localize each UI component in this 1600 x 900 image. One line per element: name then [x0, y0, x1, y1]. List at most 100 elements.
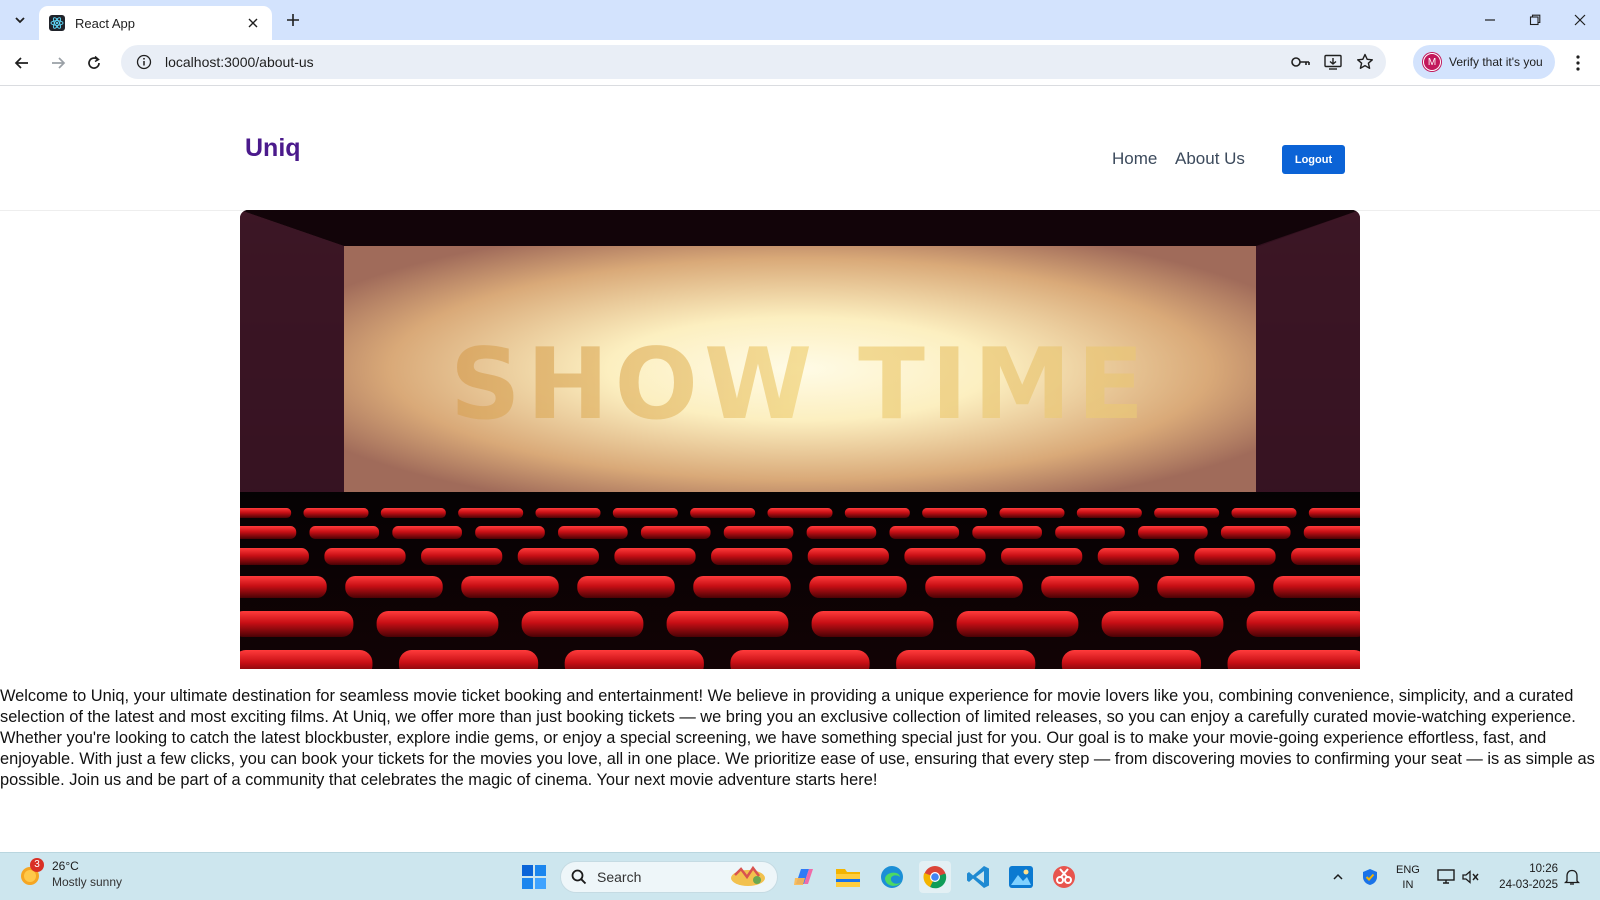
seat [956, 611, 1079, 637]
seat [806, 526, 877, 539]
start-button[interactable] [520, 863, 548, 891]
seat [896, 650, 1036, 669]
seat [904, 548, 986, 565]
seat [380, 508, 446, 518]
seat [693, 576, 791, 598]
copilot-app[interactable] [788, 861, 820, 893]
back-button[interactable] [10, 51, 34, 75]
photos-app[interactable] [1005, 861, 1037, 893]
weather-widget[interactable]: 3 26°C Mostly sunny [18, 857, 122, 890]
system-clock[interactable]: 10:26 24-03-2025 [1492, 861, 1558, 893]
seat [972, 526, 1042, 539]
browser-tab-strip: React App [0, 0, 1600, 40]
clock-date: 24-03-2025 [1499, 879, 1558, 891]
tray-overflow-button[interactable] [1328, 867, 1348, 887]
notifications-button[interactable] [1562, 867, 1582, 887]
seat [1076, 508, 1142, 518]
password-key-icon[interactable] [1290, 51, 1312, 73]
clock-time: 10:26 [1529, 863, 1558, 875]
speaker-muted-icon [1462, 870, 1479, 884]
install-app-icon[interactable] [1322, 51, 1344, 73]
security-tray-icon[interactable] [1360, 867, 1380, 887]
folder-icon [836, 869, 860, 887]
bookmark-star-icon[interactable] [1354, 51, 1376, 73]
hero-show-time-text: SHOW TIME [450, 328, 1150, 442]
seat [711, 548, 793, 565]
seat [1041, 576, 1139, 598]
seat [303, 508, 369, 518]
seat [1194, 548, 1276, 565]
seat [458, 508, 524, 518]
nav-home-link[interactable]: Home [1112, 149, 1157, 169]
chevron-up-icon [1333, 873, 1343, 880]
file-explorer-app[interactable] [832, 861, 864, 893]
seat [690, 508, 756, 518]
tab-react-app[interactable]: React App [39, 6, 272, 40]
search-icon [571, 869, 587, 885]
browser-toolbar: localhost:3000/about-us M Verify that it… [0, 40, 1600, 86]
restore-icon [1529, 14, 1541, 26]
tab-search-button[interactable] [8, 8, 32, 32]
close-icon [1574, 14, 1586, 26]
reload-button[interactable] [82, 51, 106, 75]
arrow-right-icon [52, 57, 66, 69]
taskbar-search[interactable]: Search [560, 861, 778, 893]
seat [240, 508, 292, 518]
copilot-icon [794, 869, 813, 885]
seat [889, 526, 960, 539]
plus-icon [287, 14, 299, 26]
site-info-icon[interactable] [135, 53, 153, 71]
snipping-tool-app[interactable] [1048, 861, 1080, 893]
volume-tray-icon[interactable] [1461, 867, 1481, 887]
brand-logo[interactable]: Uniq [245, 134, 301, 163]
edge-app[interactable] [876, 861, 908, 893]
seat [1231, 508, 1297, 518]
seat [421, 548, 503, 565]
search-highlight-icon [731, 865, 765, 886]
seat [577, 576, 675, 598]
windows-icon [522, 865, 546, 889]
new-tab-button[interactable] [282, 9, 304, 31]
close-icon [248, 18, 258, 28]
minimize-button[interactable] [1478, 8, 1502, 32]
vscode-app[interactable] [962, 861, 994, 893]
arrow-left-icon [14, 57, 28, 69]
network-tray-icon[interactable] [1436, 867, 1456, 887]
seat [640, 526, 711, 539]
forward-button[interactable] [46, 51, 70, 75]
reload-icon [88, 55, 100, 69]
vscode-icon [967, 866, 989, 888]
hero-banner: SHOW TIME [240, 210, 1360, 669]
browser-menu-button[interactable] [1568, 51, 1588, 75]
chrome-app[interactable] [919, 861, 951, 893]
address-bar[interactable]: localhost:3000/about-us [121, 45, 1386, 79]
tab-close-button[interactable] [244, 14, 262, 32]
seat [1308, 508, 1360, 518]
close-window-button[interactable] [1568, 8, 1592, 32]
seat [1055, 526, 1125, 539]
restore-button[interactable] [1523, 8, 1547, 32]
seat [723, 526, 794, 539]
seat [517, 548, 599, 565]
nav-about-link[interactable]: About Us [1175, 149, 1245, 169]
seat [461, 576, 559, 598]
seat [612, 508, 678, 518]
react-icon [49, 15, 65, 31]
seat [240, 526, 297, 539]
about-paragraph: Welcome to Uniq, your ultimate destinati… [0, 687, 1595, 789]
logout-button[interactable]: Logout [1282, 145, 1345, 174]
input-language[interactable]: ENG IN [1396, 863, 1420, 893]
profile-button[interactable]: M Verify that it's you [1413, 45, 1555, 79]
seat [1220, 526, 1291, 539]
seat [240, 576, 327, 598]
seat [1227, 650, 1360, 669]
weather-temperature: 26°C [52, 859, 79, 873]
seat [240, 611, 354, 637]
chrome-icon [923, 866, 947, 889]
seat [1154, 508, 1220, 518]
minimize-icon [1485, 19, 1495, 21]
seat [844, 508, 910, 518]
monitor-network-icon [1437, 869, 1455, 884]
seat [767, 508, 833, 518]
bell-icon [1564, 869, 1580, 885]
